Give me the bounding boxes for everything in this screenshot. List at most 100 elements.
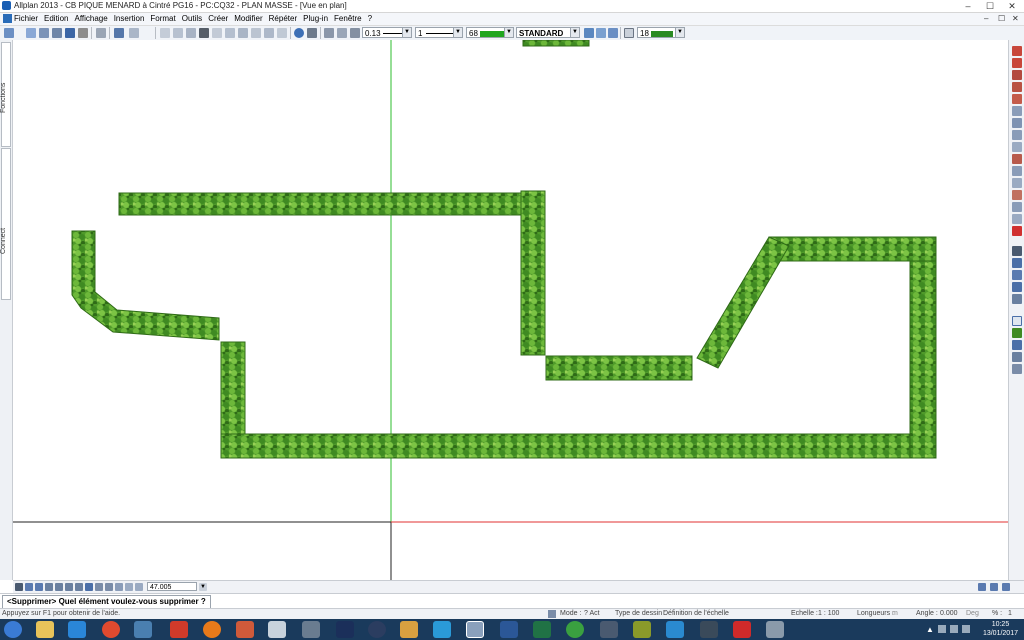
zoom-out-icon[interactable] [35,583,43,591]
funnel-icon[interactable] [1012,352,1022,362]
hedge-top-long[interactable] [118,192,546,216]
app-circle-icon[interactable] [368,621,386,638]
save-icon[interactable] [65,28,75,38]
app-green-icon[interactable] [566,621,584,638]
mirror-tool-icon[interactable] [1012,118,1022,128]
spline-tool-icon[interactable] [1012,106,1022,116]
view-sync-icon[interactable] [978,583,986,591]
doc-restore-button[interactable]: ☐ [998,14,1005,23]
chevron-down-icon[interactable]: ▼ [199,583,207,591]
dimension-tool-icon[interactable] [1012,202,1022,212]
app-bird-icon[interactable] [666,621,684,638]
window-app-icon[interactable] [268,621,286,638]
measure-tool-icon[interactable] [1012,246,1022,256]
fill-tool-icon[interactable] [1012,190,1022,200]
doc-minimize-button[interactable]: – [984,14,988,23]
filter-tool-icon[interactable] [1012,270,1022,280]
pattern-tool-icon[interactable] [1012,178,1022,188]
document-menu-icon[interactable] [3,14,12,23]
volume-icon[interactable] [950,625,958,633]
zoom-previous-icon[interactable] [65,583,73,591]
paint-icon[interactable] [236,621,254,638]
close-button[interactable]: ✕ [1002,0,1022,12]
rotate-icon[interactable] [251,28,261,38]
zoom-window-icon[interactable] [45,583,53,591]
hatch-tool-icon[interactable] [1012,166,1022,176]
delete-tool-icon[interactable] [1012,226,1022,236]
hedge-middle-short[interactable] [545,355,693,381]
percent-value[interactable]: 1 [1008,610,1012,617]
pen-properties-icon[interactable] [324,28,334,38]
pen-thickness-select[interactable]: 0.13 ▼ [362,27,412,38]
lightbulb-icon[interactable] [596,28,606,38]
copy-icon[interactable] [173,28,183,38]
app-grey-icon[interactable] [302,621,320,638]
drawing-area[interactable] [13,39,1008,580]
chrome-icon[interactable] [102,621,120,638]
minimize-button[interactable]: – [958,0,978,12]
print-preview-icon[interactable] [96,28,106,38]
view-orbit-icon[interactable] [135,583,143,591]
hedge-right-vertical[interactable] [909,236,937,459]
circle-tool-icon[interactable] [1012,94,1022,104]
copy-tool-icon[interactable] [1012,130,1022,140]
bracket-icon[interactable] [1012,364,1022,374]
menu-fenetre[interactable]: Fenêtre [334,14,362,23]
angle-tool-icon[interactable] [1012,294,1022,304]
polyline-tool-icon[interactable] [1012,82,1022,92]
word-icon[interactable] [500,621,518,638]
menu-plugin[interactable]: Plug-in [303,14,328,23]
app-w-icon[interactable] [633,621,651,638]
text-tool-icon[interactable] [1012,214,1022,224]
line-tool-icon[interactable] [1012,58,1022,68]
rectangle-tool-icon[interactable] [1012,70,1022,80]
line-type-select[interactable]: 1 ▼ [415,27,463,38]
tab-connect[interactable]: Connect [0,148,11,300]
paste-icon[interactable] [186,28,196,38]
view-layout-icon[interactable] [1002,583,1010,591]
undo-icon[interactable] [114,28,124,38]
hedge-diagonal[interactable] [696,236,790,369]
view-settings-icon[interactable] [115,583,123,591]
zoom-all-icon[interactable] [55,583,63,591]
menu-format[interactable]: Format [150,14,175,23]
maximize-button[interactable]: ☐ [980,0,1000,12]
app-monitor-icon[interactable] [766,621,784,638]
length-value[interactable]: m [892,610,898,617]
taskbar-clock[interactable]: 10:25 13/01/2017 [983,620,1018,638]
regenerate-icon[interactable] [95,583,103,591]
menu-affichage[interactable]: Affichage [74,14,107,23]
green-grid-icon[interactable] [1012,328,1022,338]
menu-repeter[interactable]: Répéter [269,14,297,23]
view-rotate-icon[interactable] [125,583,133,591]
scale-value[interactable]: 1 : 100 [818,610,839,617]
offset-tool-icon[interactable] [1012,154,1022,164]
delete-icon[interactable] [199,28,209,38]
distance-tool-icon[interactable] [1012,282,1022,292]
angle-value[interactable]: 0.000 [940,610,958,617]
brush-icon[interactable] [350,28,360,38]
move-icon[interactable] [212,28,222,38]
menu-edition[interactable]: Edition [44,14,68,23]
select-tool-icon[interactable] [1012,316,1022,326]
color-select[interactable]: 68 ▼ [466,27,514,38]
mode-value[interactable]: ? Act [584,610,600,617]
menu-fichier[interactable]: Fichier [14,14,38,23]
coordinates-tool-icon[interactable] [1012,258,1022,268]
app-tools-icon[interactable] [600,621,618,638]
excel-icon[interactable] [533,621,551,638]
tab-fonctions[interactable]: Fonctions [0,42,11,147]
app-printer-icon[interactable] [700,621,718,638]
app-box-icon[interactable] [400,621,418,638]
view-link-icon[interactable] [990,583,998,591]
doc-close-button[interactable]: ✕ [1012,14,1019,23]
menu-modifier[interactable]: Modifier [234,14,262,23]
pencil-red-icon[interactable] [1012,46,1022,56]
menu-insertion[interactable]: Insertion [114,14,145,23]
hedge-right-top[interactable] [768,236,937,262]
copy-paste-icon[interactable] [225,28,235,38]
tray-arrow-icon[interactable]: ▲ [926,625,934,634]
cut-icon[interactable] [160,28,170,38]
hedge-top-fragment[interactable] [522,39,590,47]
allplan-taskbar-icon[interactable] [466,621,484,638]
